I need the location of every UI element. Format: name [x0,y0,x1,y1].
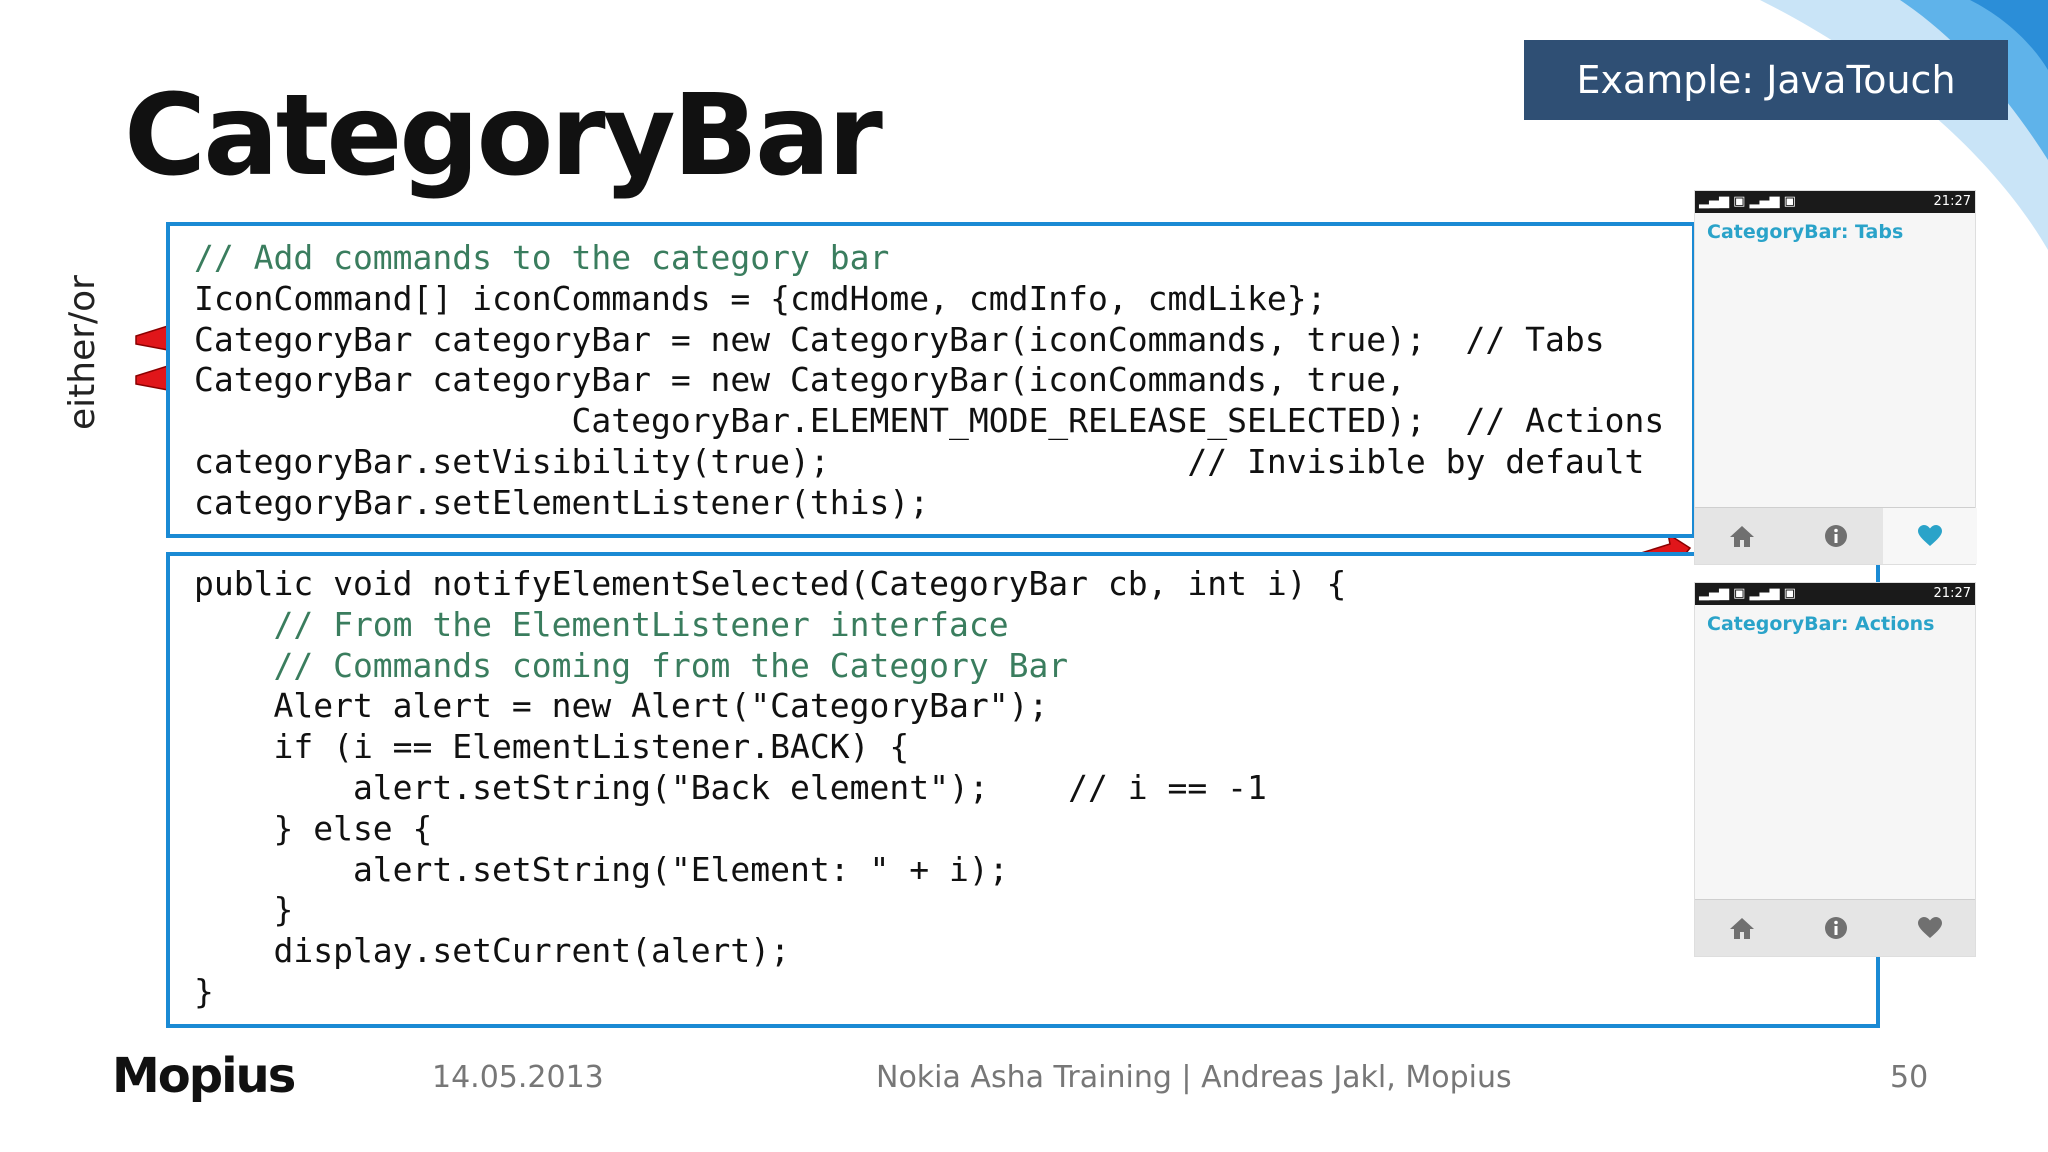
home-icon[interactable] [1695,900,1789,956]
mopius-logo: Mopius [112,1048,296,1104]
signal-icon: ▂▄▆ ▣ ▂▄▆ ▣ [1699,586,1796,601]
code-line: CategoryBar.ELEMENT_MODE_RELEASE_SELECTE… [194,401,1665,441]
phone-title: CategoryBar: Actions [1707,613,1935,635]
example-tag: Example: JavaTouch [1524,40,2008,120]
info-icon[interactable] [1789,900,1883,956]
code-line: // From the ElementListener interface [194,604,1009,644]
status-clock: 21:27 [1933,586,1971,601]
status-bar: ▂▄▆ ▣ ▂▄▆ ▣ 21:27 [1695,191,1975,213]
code-line: // Add commands to the category bar [194,238,890,277]
code-line: CategoryBar categoryBar = new CategoryBa… [194,319,1605,359]
slide-title: CategoryBar [124,71,883,201]
code-line: } [194,971,214,1011]
category-bar [1695,899,1975,956]
footer-date: 14.05.2013 [432,1060,604,1095]
code-line: public void notifyElementSelected(Catego… [194,564,1347,603]
either-or-label: either/or [62,275,103,430]
footer-center-text: Nokia Asha Training | Andreas Jakl, Mopi… [876,1060,1512,1095]
code-line: } else { [194,808,433,848]
code-line: categoryBar.setVisibility(true); // Invi… [194,441,1645,481]
info-icon[interactable] [1789,508,1883,564]
code-line: alert.setString("Element: " + i); [194,849,1009,889]
code-block-listener: public void notifyElementSelected(Catego… [166,552,1880,1028]
code-line: display.setCurrent(alert); [194,931,791,971]
code-line: if (i == ElementListener.BACK) { [194,727,910,767]
code-listener-text: public void notifyElementSelected(Catego… [194,564,1346,1013]
page-number: 50 [1890,1060,1929,1095]
code-line: alert.setString("Back element"); // i ==… [194,767,1267,807]
code-line: IconCommand[] iconCommands = {cmdHome, c… [194,278,1327,318]
status-clock: 21:27 [1933,194,1971,209]
phone-title: CategoryBar: Tabs [1707,221,1904,243]
code-line: categoryBar.setElementListener(this); [194,482,930,522]
category-bar [1695,507,1977,564]
home-icon[interactable] [1695,508,1789,564]
code-setup-text: // Add commands to the category bar Icon… [194,238,1664,524]
code-line: CategoryBar categoryBar = new CategoryBa… [194,360,1406,400]
phone-screenshot-actions: ▂▄▆ ▣ ▂▄▆ ▣ 21:27 CategoryBar: Actions [1694,582,1976,957]
phone-screenshot-tabs: ▂▄▆ ▣ ▂▄▆ ▣ 21:27 CategoryBar: Tabs [1694,190,1977,565]
status-bar: ▂▄▆ ▣ ▂▄▆ ▣ 21:27 [1695,583,1975,605]
code-line: // Commands coming from the Category Bar [194,645,1069,685]
code-block-setup: // Add commands to the category bar Icon… [166,222,1696,538]
heart-icon[interactable] [1883,900,1977,956]
code-line: } [194,890,294,930]
heart-icon[interactable] [1883,508,1977,564]
code-line: Alert alert = new Alert("CategoryBar"); [194,686,1049,726]
signal-icon: ▂▄▆ ▣ ▂▄▆ ▣ [1699,194,1796,209]
